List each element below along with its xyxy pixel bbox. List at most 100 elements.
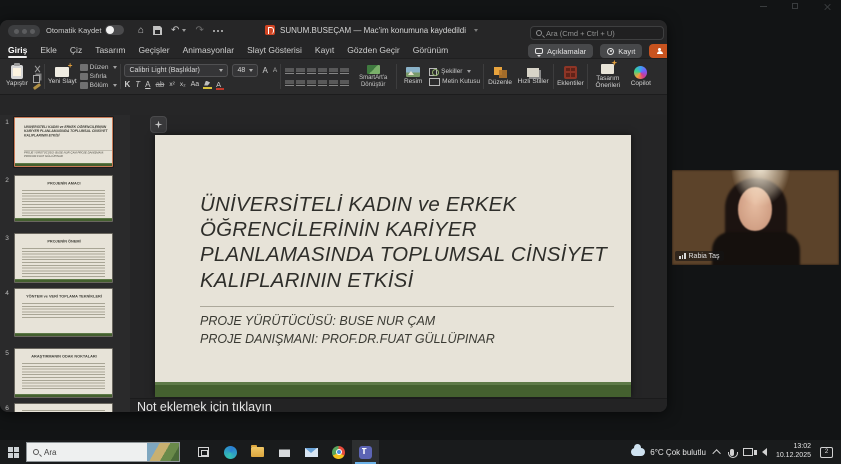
start-button[interactable] [0, 440, 26, 464]
home-icon[interactable]: ⌂ [138, 25, 144, 36]
smartart-button[interactable]: SmartArt'a Dönüştür [353, 64, 393, 88]
font-name-select[interactable]: Calibri Light (Başlıklar) [124, 64, 229, 77]
tab-gozden-gecir[interactable]: Gözden Geçir [347, 43, 399, 58]
slide-thumbnail-1[interactable]: ÜNİVERSİTELİ KADIN ve ERKEK ÖĞRENCİLERİN… [14, 117, 113, 167]
line-spacing-icon[interactable] [329, 66, 339, 75]
font-group: Calibri Light (Başlıklar) 48 A A K T A a… [124, 61, 277, 92]
tab-tasarim[interactable]: Tasarım [95, 43, 125, 58]
section-button[interactable]: Bölüm [79, 82, 118, 89]
search-placeholder: Ara (Cmd + Ctrl + U) [546, 28, 615, 38]
save-icon[interactable] [153, 26, 163, 35]
slide-canvas[interactable]: ÜNİVERSİTELİ KADIN ve ERKEK ÖĞRENCİLERİN… [155, 135, 631, 397]
traffic-lights[interactable] [8, 25, 40, 37]
tab-animasyonlar[interactable]: Animasyonlar [183, 43, 235, 58]
maximize-icon[interactable] [787, 1, 803, 11]
store-app[interactable] [271, 440, 298, 464]
search-input[interactable]: Ara (Cmd + Ctrl + U) [530, 26, 664, 40]
arrange-button[interactable]: Düzenle [487, 66, 513, 87]
slide-subtitle[interactable]: PROJE YÜRÜTÜCÜSÜ: BUSE NUR ÇAM PROJE DAN… [200, 312, 495, 348]
file-explorer-app[interactable] [244, 440, 271, 464]
close-icon[interactable] [819, 1, 835, 11]
teams-app[interactable] [352, 440, 379, 464]
slide-thumbnail-2[interactable]: PROJENİN AMACI [14, 175, 113, 222]
weather-widget[interactable]: 6°C Çok bulutlu [631, 444, 706, 457]
grow-font-icon[interactable]: A [262, 66, 267, 75]
tab-gorunum[interactable]: Görünüm [413, 43, 448, 58]
slide-thumbnail-6[interactable] [14, 403, 113, 412]
subscript-button[interactable]: x₂ [180, 81, 186, 88]
tab-ekle[interactable]: Ekle [40, 43, 57, 58]
addins-button[interactable]: Eklentiler [557, 65, 584, 88]
align-left-icon[interactable] [285, 78, 295, 87]
microphone-icon[interactable] [727, 448, 738, 458]
italic-button[interactable]: T [135, 80, 140, 89]
font-size-select[interactable]: 48 [232, 64, 259, 77]
align-text-icon[interactable] [340, 78, 350, 87]
new-slide-button[interactable]: Yeni Slayt [48, 62, 77, 86]
tab-kayit[interactable]: Kayıt [315, 43, 334, 58]
tray-expand-icon[interactable] [712, 449, 721, 458]
copy-icon[interactable] [33, 75, 40, 83]
bold-button[interactable]: K [124, 80, 130, 89]
notification-center-icon[interactable]: 2 [820, 446, 833, 458]
more-icon[interactable] [212, 29, 223, 32]
bullets-icon[interactable] [285, 66, 295, 75]
slide-thumbnail-4[interactable]: YÖNTEM ve VERİ TOPLAMA TEKNİKLERİ [14, 288, 113, 337]
mail-app[interactable] [298, 440, 325, 464]
edge-app[interactable] [217, 440, 244, 464]
display-icon[interactable] [742, 448, 753, 456]
toggle-switch[interactable] [105, 25, 125, 35]
tab-slayt-gosterisi[interactable]: Slayt Gösterisi [247, 43, 302, 58]
shapes-button[interactable]: Şekiller [429, 67, 480, 76]
align-right-icon[interactable] [307, 78, 317, 87]
taskbar-search[interactable]: Ara [26, 442, 180, 462]
autosave-toggle[interactable]: Otomatik Kaydet [46, 25, 125, 35]
format-painter-icon[interactable] [32, 82, 42, 91]
notes-pane[interactable]: Not eklemek için tıklayın [130, 398, 667, 412]
strikethrough-button[interactable]: ab [155, 80, 164, 89]
picture-button[interactable]: Resim [400, 67, 426, 86]
justify-icon[interactable] [318, 78, 328, 87]
indent-increase-icon[interactable] [318, 66, 328, 75]
quick-styles-button[interactable]: Hızlı Stiller [516, 67, 550, 86]
underline-button[interactable]: A [145, 80, 150, 89]
slide-thumbnail-3[interactable]: PROJENİN ÖNEMİ [14, 233, 113, 283]
change-case-button[interactable]: Aa [191, 81, 200, 88]
chrome-app[interactable] [325, 440, 352, 464]
align-center-icon[interactable] [296, 78, 306, 87]
shrink-font-icon[interactable]: A [273, 67, 277, 74]
reset-button[interactable]: Sıfırla [79, 73, 118, 80]
indent-decrease-icon[interactable] [307, 66, 317, 75]
clock[interactable]: 13:02 10.12.2025 [776, 443, 811, 461]
thumbnail-title: ARAŞTIRMANIN ODAK NOKTALARI [30, 354, 97, 359]
record-button[interactable]: Kayıt [600, 44, 643, 58]
speaker-icon[interactable] [753, 448, 767, 456]
layout-button[interactable]: Düzen [79, 64, 118, 71]
copilot-button[interactable]: Copilot [628, 65, 654, 88]
minimize-icon[interactable] [755, 1, 771, 11]
redo-icon[interactable]: ↷ [195, 25, 203, 36]
undo-icon[interactable]: ↶ [171, 25, 187, 36]
comments-button[interactable]: Açıklamalar [528, 44, 594, 58]
document-title[interactable]: SUNUM.BUSEÇAM — Mac'im konumuna kaydedil… [265, 25, 479, 35]
share-button[interactable]: Paylaş [649, 44, 667, 58]
designer-button[interactable]: Tasarım Önerileri [591, 63, 625, 90]
font-color-icon[interactable]: A [216, 80, 225, 90]
text-direction-icon[interactable] [329, 78, 339, 87]
highlight-color-icon[interactable] [203, 81, 213, 89]
tab-ciz[interactable]: Çiz [70, 43, 82, 58]
webcam-tile[interactable]: Rabia Taş [672, 170, 839, 265]
tab-gecisler[interactable]: Geçişler [138, 43, 169, 58]
slide-title[interactable]: ÜNİVERSİTELİ KADIN ve ERKEK ÖĞRENCİLERİN… [200, 192, 607, 293]
numbering-icon[interactable] [296, 66, 306, 75]
superscript-button[interactable]: x² [169, 81, 174, 88]
columns-icon[interactable] [340, 66, 350, 75]
tab-giris[interactable]: Giriş [8, 43, 28, 58]
cut-icon[interactable] [33, 65, 41, 73]
paste-button[interactable]: Yapıştır [4, 63, 30, 88]
textbox-button[interactable]: Metin Kutusu [429, 77, 480, 86]
slide-thumbnail-5[interactable]: ARAŞTIRMANIN ODAK NOKTALARI [14, 348, 113, 398]
copilot-fab[interactable] [150, 116, 167, 133]
task-view-button[interactable] [190, 440, 217, 464]
search-placeholder: Ara [44, 447, 57, 457]
